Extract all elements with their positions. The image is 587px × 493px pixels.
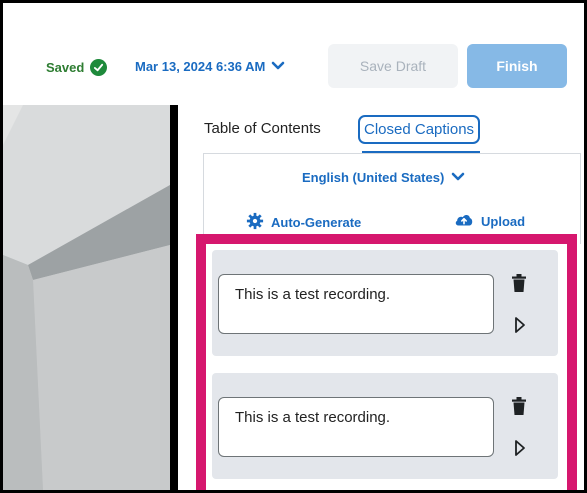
video-preview[interactable] xyxy=(3,105,170,490)
caption-text-field[interactable]: This is a test recording. xyxy=(218,397,494,457)
app-frame: Saved Mar 13, 2024 6:36 AM Save Draft Fi… xyxy=(3,3,584,490)
tab-closed-captions[interactable]: Closed Captions xyxy=(358,115,481,144)
check-circle-icon xyxy=(90,59,108,76)
play-icon[interactable] xyxy=(514,316,526,339)
chevron-down-icon xyxy=(451,170,465,185)
auto-generate-label: Auto-Generate xyxy=(271,215,362,230)
finish-button[interactable]: Finish xyxy=(467,44,567,88)
caption-text-field[interactable]: This is a test recording. xyxy=(218,274,494,334)
caption-cue: This is a test recording. xyxy=(212,373,558,479)
gear-icon xyxy=(246,212,264,233)
play-icon[interactable] xyxy=(514,439,526,462)
tab-table-of-contents[interactable]: Table of Contents xyxy=(204,120,321,137)
trash-icon[interactable] xyxy=(512,397,526,420)
upload-label: Upload xyxy=(481,214,526,229)
auto-generate-button[interactable]: Auto-Generate xyxy=(246,212,361,233)
date-label: Mar 13, 2024 6:36 AM xyxy=(135,59,266,74)
upload-button[interactable]: Upload xyxy=(454,212,525,231)
cloud-upload-icon xyxy=(454,212,474,231)
caption-cues-highlight: This is a test recording. This is a test… xyxy=(196,234,577,490)
panel-divider xyxy=(170,105,178,490)
chevron-down-icon xyxy=(271,59,285,74)
captions-panel: English (United States) Auto-Generate Up… xyxy=(203,153,581,244)
top-bar: Saved Mar 13, 2024 6:36 AM Save Draft Fi… xyxy=(3,3,584,105)
language-dropdown[interactable]: English (United States) xyxy=(302,170,465,185)
saved-status: Saved xyxy=(46,59,108,76)
video-frame-image xyxy=(3,105,170,490)
save-draft-button[interactable]: Save Draft xyxy=(328,44,458,88)
caption-cue: This is a test recording. xyxy=(212,250,558,356)
trash-icon[interactable] xyxy=(512,274,526,297)
tab-bar: Table of Contents Closed Captions xyxy=(204,113,584,155)
language-label: English (United States) xyxy=(302,170,445,185)
saved-label: Saved xyxy=(46,60,85,75)
date-dropdown[interactable]: Mar 13, 2024 6:36 AM xyxy=(135,59,285,74)
